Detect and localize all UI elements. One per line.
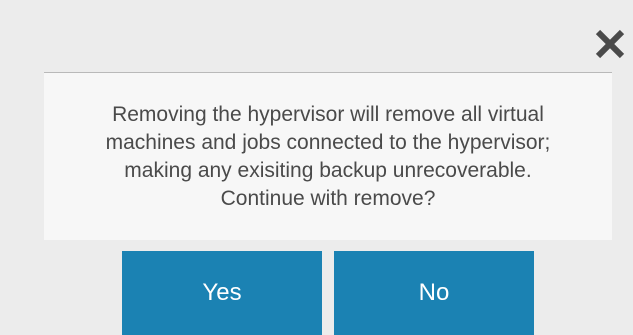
confirmation-message: Removing the hypervisor will remove all … (105, 102, 551, 210)
yes-button-label: Yes (202, 279, 242, 306)
close-button[interactable] (592, 24, 628, 64)
close-icon (595, 29, 625, 59)
yes-button[interactable]: Yes (122, 251, 322, 335)
confirm-remove-dialog: Removing the hypervisor will remove all … (0, 0, 633, 335)
message-panel: Removing the hypervisor will remove all … (44, 72, 612, 240)
no-button-label: No (418, 279, 450, 306)
no-button[interactable]: No (334, 251, 534, 335)
